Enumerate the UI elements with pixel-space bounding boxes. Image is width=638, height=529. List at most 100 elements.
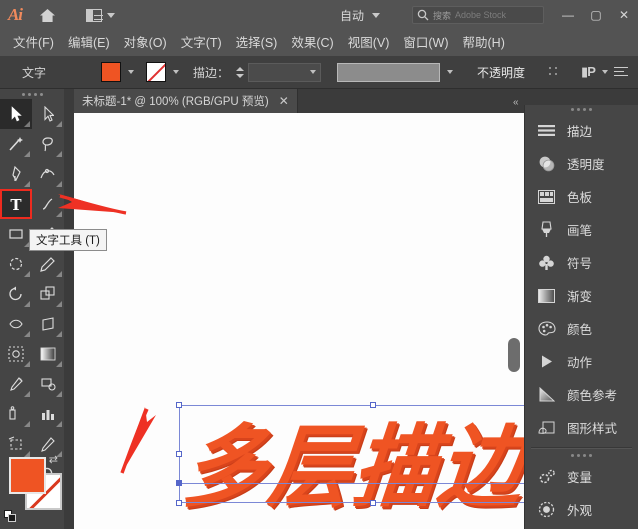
menu-item-effect[interactable]: 效果(C) xyxy=(284,30,340,56)
chevron-down-icon[interactable] xyxy=(128,70,135,74)
color-icon xyxy=(537,319,556,338)
options-list-icon[interactable] xyxy=(614,66,628,78)
search-placeholder-secondary: Adobe Stock xyxy=(455,10,507,20)
menu-item-help[interactable]: 帮助(H) xyxy=(456,30,512,56)
menu-item-window[interactable]: 窗口(W) xyxy=(396,30,455,56)
direct-selection-tool[interactable] xyxy=(32,99,64,129)
panel-item-swatches[interactable]: 色板 xyxy=(525,180,638,213)
options-context-label: 文字 xyxy=(22,65,47,80)
text-baseline xyxy=(179,483,524,484)
symbols-icon xyxy=(537,253,556,272)
document-tab[interactable]: 未标题-1* @ 100% (RGB/GPU 预览) ✕ xyxy=(74,89,298,113)
panel-dock: « 描边 透明度 色板 画笔 符号 渐变 颜色 动作 颜色参考 图形样式 变量 … xyxy=(513,97,638,529)
panel-item-actions[interactable]: 动作 xyxy=(525,345,638,378)
close-button[interactable]: ✕ xyxy=(610,0,638,30)
text-anchor-point xyxy=(176,480,182,486)
chevron-down-icon[interactable] xyxy=(601,70,608,74)
arrange-documents-button[interactable] xyxy=(82,0,119,30)
stroke-weight-label: 描边： xyxy=(193,65,230,80)
chevron-down-icon xyxy=(372,12,381,18)
canvas-scrollbar[interactable] xyxy=(508,338,520,372)
selection-bounding-box xyxy=(179,405,524,503)
panel-item-appearance[interactable]: 外观 xyxy=(525,493,638,526)
tools-grid: T xyxy=(0,99,64,489)
panel-item-brushes[interactable]: 画笔 xyxy=(525,213,638,246)
selection-tool[interactable] xyxy=(0,99,32,129)
fill-swatch-large[interactable] xyxy=(9,457,46,494)
menu-item-type[interactable]: 文字(T) xyxy=(174,30,229,56)
menu-item-object[interactable]: 对象(O) xyxy=(117,30,174,56)
stroke-profile-field[interactable] xyxy=(337,62,441,82)
curvature-tool[interactable] xyxy=(32,159,64,189)
panel-item-label: 动作 xyxy=(567,356,593,370)
gradient-tool[interactable] xyxy=(32,369,64,399)
scale-tool[interactable] xyxy=(32,279,64,309)
graphic-styles-icon xyxy=(537,418,556,437)
fill-color-swatch[interactable] xyxy=(101,62,122,82)
default-fill-stroke-icon[interactable] xyxy=(4,510,17,523)
pen-tool[interactable] xyxy=(0,159,32,189)
search-input[interactable]: 搜索 Adobe Stock xyxy=(412,6,544,24)
mesh-tool[interactable] xyxy=(0,369,32,399)
shaper-tool[interactable] xyxy=(0,249,32,279)
close-icon[interactable]: ✕ xyxy=(279,94,289,108)
magic-wand-tool[interactable] xyxy=(0,129,32,159)
panel-grip[interactable] xyxy=(0,89,64,99)
auto-mode-selector[interactable]: 自动 xyxy=(340,0,381,30)
minimize-button[interactable]: — xyxy=(554,0,582,30)
handle-middle-left xyxy=(176,451,182,457)
chevron-down-icon[interactable] xyxy=(447,70,454,74)
menu-item-file[interactable]: 文件(F) xyxy=(6,30,61,56)
swap-fill-stroke-icon[interactable]: ⇄ xyxy=(49,453,58,466)
double-chevron-icon[interactable]: « xyxy=(513,97,519,108)
menu-item-select[interactable]: 选择(S) xyxy=(229,30,285,56)
panel-item-label: 色板 xyxy=(567,191,593,205)
panel-item-label: 颜色参考 xyxy=(567,389,618,403)
panel-grip[interactable] xyxy=(525,105,638,114)
panel-item-variables[interactable]: 变量 xyxy=(525,460,638,493)
swatches-icon xyxy=(537,187,556,206)
width-tool[interactable] xyxy=(0,309,32,339)
distribute-icon[interactable]: ▮P xyxy=(581,64,596,80)
auto-label: 自动 xyxy=(340,8,365,23)
pencil-tool[interactable] xyxy=(32,249,64,279)
free-transform-tool[interactable] xyxy=(32,309,64,339)
panel-item-color-guide[interactable]: 颜色参考 xyxy=(525,378,638,411)
rectangle-tool[interactable] xyxy=(0,219,32,249)
lasso-tool[interactable] xyxy=(32,129,64,159)
stroke-weight-field[interactable] xyxy=(248,62,322,82)
menu-item-view[interactable]: 视图(V) xyxy=(341,30,397,56)
panel-item-label: 渐变 xyxy=(567,290,593,304)
chevron-down-icon xyxy=(107,12,115,18)
panel-item-gradient[interactable]: 渐变 xyxy=(525,279,638,312)
eyedropper-tool[interactable] xyxy=(0,399,32,429)
color-guide-icon xyxy=(537,385,556,404)
panel-item-label: 变量 xyxy=(567,471,593,485)
column-graph-tool[interactable] xyxy=(32,399,64,429)
panel-grip[interactable] xyxy=(525,451,638,460)
panel-item-label: 外观 xyxy=(567,504,593,518)
artwork-selection[interactable]: 多层描边 xyxy=(176,402,524,519)
stroke-weight-stepper[interactable] xyxy=(234,63,245,81)
panel-item-label: 透明度 xyxy=(567,158,605,172)
rotate-tool[interactable] xyxy=(0,279,32,309)
perspective-grid-tool[interactable] xyxy=(32,339,64,369)
type-tool[interactable]: T xyxy=(0,189,32,219)
align-icon[interactable] xyxy=(547,65,562,79)
stroke-icon xyxy=(537,121,556,140)
chevron-down-icon[interactable] xyxy=(173,70,180,74)
stroke-color-swatch[interactable] xyxy=(146,62,167,82)
chevron-down-icon xyxy=(310,70,317,74)
home-icon[interactable] xyxy=(30,0,64,30)
maximize-button[interactable]: ▢ xyxy=(582,0,610,30)
shape-builder-tool[interactable] xyxy=(0,339,32,369)
panel-item-color[interactable]: 颜色 xyxy=(525,312,638,345)
panel-item-stroke[interactable]: 描边 xyxy=(525,114,638,147)
brushes-icon xyxy=(537,220,556,239)
menu-bar: 文件(F) 编辑(E) 对象(O) 文字(T) 选择(S) 效果(C) 视图(V… xyxy=(0,30,638,56)
panel-item-transparency[interactable]: 透明度 xyxy=(525,147,638,180)
panel-item-graphic-styles[interactable]: 图形样式 xyxy=(525,411,638,444)
panel-item-symbols[interactable]: 符号 xyxy=(525,246,638,279)
tooltip: 文字工具 (T) xyxy=(29,229,107,251)
menu-item-edit[interactable]: 编辑(E) xyxy=(61,30,117,56)
